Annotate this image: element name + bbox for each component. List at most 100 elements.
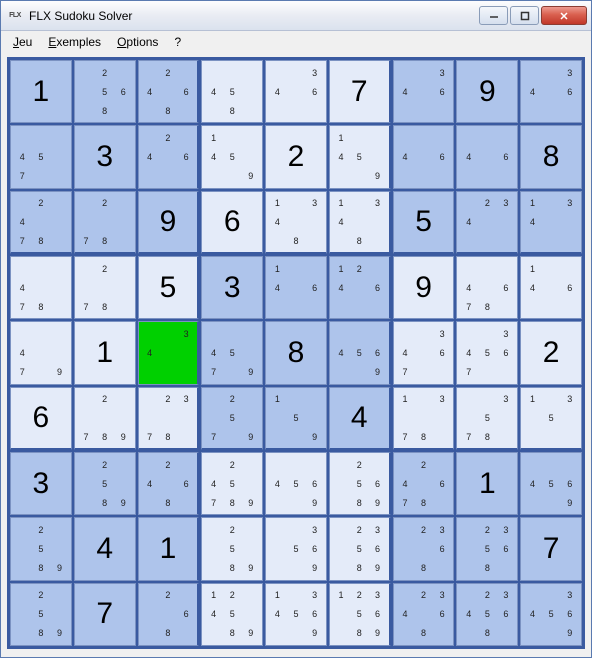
candidate-1: [396, 324, 415, 343]
cell-r3c3[interactable]: 3: [201, 256, 263, 319]
cell-r1c6[interactable]: 46: [393, 125, 455, 188]
cell-r5c0[interactable]: 6: [10, 387, 72, 450]
cell-r2c0[interactable]: 2478: [10, 191, 72, 254]
cell-r3c4[interactable]: 146: [265, 256, 327, 319]
cell-r7c3[interactable]: 2589: [201, 517, 263, 580]
menu-exemples[interactable]: Exemples: [40, 33, 109, 51]
cell-r4c3[interactable]: 4579: [201, 321, 263, 384]
cell-r7c2[interactable]: 1: [138, 517, 200, 580]
cell-r4c5[interactable]: 4569: [329, 321, 391, 384]
cell-r3c5[interactable]: 1246: [329, 256, 391, 319]
cell-r8c5[interactable]: 1235689: [329, 583, 391, 646]
cell-r5c2[interactable]: 2378: [138, 387, 200, 450]
cell-r6c2[interactable]: 2468: [138, 452, 200, 515]
cell-r1c5[interactable]: 1459: [329, 125, 391, 188]
candidate-3: 3: [305, 63, 324, 82]
candidate-6: 6: [368, 343, 386, 362]
cell-r5c3[interactable]: 2579: [201, 387, 263, 450]
cell-r1c4[interactable]: 2: [265, 125, 327, 188]
cell-r3c8[interactable]: 146: [520, 256, 582, 319]
cell-r0c6[interactable]: 346: [393, 60, 455, 123]
cell-r1c3[interactable]: 1459: [201, 125, 263, 188]
cell-r2c8[interactable]: 134: [520, 191, 582, 254]
candidate-9: [433, 427, 452, 446]
cell-r0c4[interactable]: 346: [265, 60, 327, 123]
cell-r7c0[interactable]: 2589: [10, 517, 72, 580]
minimize-button[interactable]: [479, 6, 508, 25]
candidate-4: [77, 82, 96, 101]
cell-r2c3[interactable]: 6: [201, 191, 263, 254]
cell-r6c3[interactable]: 245789: [201, 452, 263, 515]
cell-r2c5[interactable]: 1348: [329, 191, 391, 254]
cell-r1c2[interactable]: 246: [138, 125, 200, 188]
cell-r7c7[interactable]: 23568: [456, 517, 518, 580]
cell-r4c7[interactable]: 34567: [456, 321, 518, 384]
cell-r3c6[interactable]: 9: [393, 256, 455, 319]
cell-r2c4[interactable]: 1348: [265, 191, 327, 254]
cell-r6c0[interactable]: 3: [10, 452, 72, 515]
menu-jeu[interactable]: Jeu: [5, 33, 40, 51]
cell-r8c0[interactable]: 2589: [10, 583, 72, 646]
cell-r2c2[interactable]: 9: [138, 191, 200, 254]
cell-r8c4[interactable]: 134569: [265, 583, 327, 646]
cell-r5c8[interactable]: 135: [520, 387, 582, 450]
cell-r7c5[interactable]: 235689: [329, 517, 391, 580]
cell-r8c7[interactable]: 234568: [456, 583, 518, 646]
cell-r5c6[interactable]: 1378: [393, 387, 455, 450]
cell-r5c1[interactable]: 2789: [74, 387, 136, 450]
maximize-button[interactable]: [510, 6, 539, 25]
cell-r8c2[interactable]: 268: [138, 583, 200, 646]
cell-r6c5[interactable]: 25689: [329, 452, 391, 515]
cell-r4c4[interactable]: 8: [265, 321, 327, 384]
cell-r6c8[interactable]: 4569: [520, 452, 582, 515]
cell-r3c2[interactable]: 5: [138, 256, 200, 319]
cell-r6c6[interactable]: 24678: [393, 452, 455, 515]
cell-r0c1[interactable]: 2568: [74, 60, 136, 123]
cell-r0c2[interactable]: 2468: [138, 60, 200, 123]
candidate-5: 5: [223, 408, 242, 427]
cell-r4c8[interactable]: 2: [520, 321, 582, 384]
candidate-3: [433, 128, 452, 147]
cell-r7c6[interactable]: 2368: [393, 517, 455, 580]
cell-r8c3[interactable]: 124589: [201, 583, 263, 646]
cell-r8c8[interactable]: 34569: [520, 583, 582, 646]
cell-r4c1[interactable]: 1: [74, 321, 136, 384]
cell-r0c3[interactable]: 458: [201, 60, 263, 123]
cell-r6c7[interactable]: 1: [456, 452, 518, 515]
cell-value: 7: [96, 597, 113, 631]
cell-r3c0[interactable]: 478: [10, 256, 72, 319]
cell-r2c7[interactable]: 234: [456, 191, 518, 254]
cell-r3c7[interactable]: 4678: [456, 256, 518, 319]
cell-r3c1[interactable]: 278: [74, 256, 136, 319]
cell-r4c2[interactable]: 34: [138, 321, 200, 384]
cell-r6c4[interactable]: 4569: [265, 452, 327, 515]
cell-r1c0[interactable]: 457: [10, 125, 72, 188]
cell-r1c8[interactable]: 8: [520, 125, 582, 188]
cell-r5c5[interactable]: 4: [329, 387, 391, 450]
cell-r7c4[interactable]: 3569: [265, 517, 327, 580]
cell-r6c1[interactable]: 2589: [74, 452, 136, 515]
menu-options[interactable]: Options: [109, 33, 166, 51]
cell-r4c6[interactable]: 3467: [393, 321, 455, 384]
cell-r7c1[interactable]: 4: [74, 517, 136, 580]
cell-r0c8[interactable]: 346: [520, 60, 582, 123]
cell-r1c7[interactable]: 46: [456, 125, 518, 188]
cell-r1c1[interactable]: 3: [74, 125, 136, 188]
cell-r0c0[interactable]: 1: [10, 60, 72, 123]
candidate-9: [177, 363, 195, 382]
cell-r2c1[interactable]: 278: [74, 191, 136, 254]
cell-r5c7[interactable]: 3578: [456, 387, 518, 450]
cell-r0c7[interactable]: 9: [456, 60, 518, 123]
cell-r4c0[interactable]: 479: [10, 321, 72, 384]
cell-r8c6[interactable]: 23468: [393, 583, 455, 646]
menu-help[interactable]: ?: [166, 33, 189, 51]
cell-r2c6[interactable]: 5: [393, 191, 455, 254]
cell-r5c4[interactable]: 159: [265, 387, 327, 450]
candidate-4: [523, 408, 542, 427]
candidate-7: 7: [77, 297, 96, 316]
cell-r8c1[interactable]: 7: [74, 583, 136, 646]
candidate-4: [396, 539, 415, 558]
cell-r7c8[interactable]: 7: [520, 517, 582, 580]
cell-r0c5[interactable]: 7: [329, 60, 391, 123]
close-button[interactable]: [541, 6, 587, 25]
